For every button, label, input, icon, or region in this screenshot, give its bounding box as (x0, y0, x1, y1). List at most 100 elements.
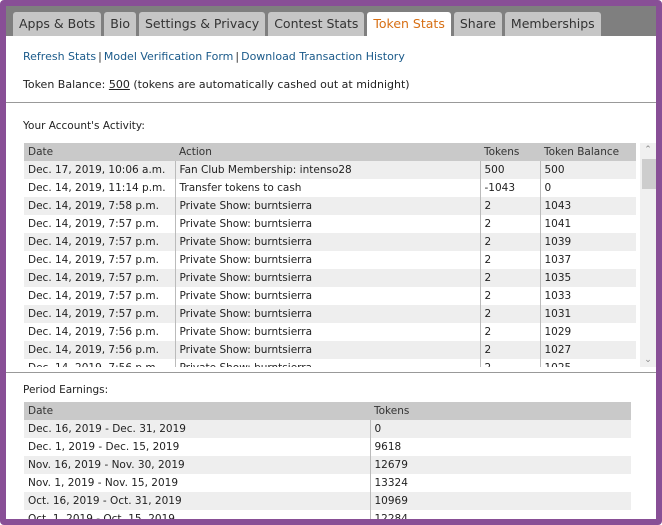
earnings-cell-date: Nov. 1, 2019 - Nov. 15, 2019 (24, 474, 370, 492)
activity-cell-tokens: 2 (479, 269, 540, 287)
tab-apps-bots[interactable]: Apps & Bots (13, 12, 102, 36)
activity-cell-action: Private Show: burntsierra (174, 251, 480, 269)
scroll-up-icon[interactable]: ⌃ (640, 143, 656, 157)
earnings-cell-tokens: 10969 (369, 492, 631, 510)
activity-title: Your Account's Activity: (23, 120, 145, 132)
activity-cell-tokens: 2 (479, 359, 540, 367)
refresh-stats-link[interactable]: Refresh Stats (23, 50, 96, 63)
column-header-token-balance[interactable]: Token Balance (540, 143, 636, 161)
activity-cell-action: Private Show: burntsierra (174, 287, 480, 305)
column-header-date[interactable]: Date (24, 143, 175, 161)
activity-scrollbar[interactable]: ⌃ ⌄ (640, 143, 656, 367)
activity-table-container: Date Action Tokens Token Balance Dec. 17… (24, 143, 656, 367)
earnings-cell-date: Dec. 1, 2019 - Dec. 15, 2019 (24, 438, 370, 456)
earnings-header-row: Date Tokens (24, 402, 631, 420)
activity-cell-token-balance: 0 (539, 179, 636, 197)
activity-cell-tokens: 2 (479, 233, 540, 251)
activity-cell-tokens: 500 (479, 161, 540, 179)
activity-cell-action: Private Show: burntsierra (174, 215, 480, 233)
activity-row: Dec. 14, 2019, 7:57 p.m. Private Show: bu… (24, 305, 636, 323)
activity-cell-action: Private Show: burntsierra (174, 341, 480, 359)
activity-cell-date: Dec. 14, 2019, 7:56 p.m. (24, 341, 175, 359)
download-history-link[interactable]: Download Transaction History (241, 50, 405, 63)
activity-cell-token-balance: 1031 (539, 305, 636, 323)
activity-cell-tokens: 2 (479, 341, 540, 359)
activity-cell-action: Private Show: burntsierra (174, 359, 480, 367)
activity-row: Dec. 14, 2019, 7:57 p.m. Private Show: bu… (24, 287, 636, 305)
earnings-cell-tokens: 0 (369, 420, 631, 438)
activity-cell-token-balance: 500 (539, 161, 636, 179)
earnings-cell-date: Dec. 16, 2019 - Dec. 31, 2019 (24, 420, 370, 438)
earnings-row: Nov. 1, 2019 - Nov. 15, 2019 13324 (24, 474, 631, 492)
earnings-row: Oct. 1, 2019 - Oct. 15, 2019 12284 (24, 510, 631, 519)
tab-memberships[interactable]: Memberships (504, 12, 601, 36)
activity-cell-date: Dec. 14, 2019, 7:57 p.m. (24, 233, 175, 251)
activity-cell-token-balance: 1027 (539, 341, 636, 359)
activity-cell-date: Dec. 14, 2019, 7:57 p.m. (24, 305, 175, 323)
activity-cell-token-balance: 1035 (539, 269, 636, 287)
activity-cell-tokens: 2 (479, 323, 540, 341)
column-header-date[interactable]: Date (24, 402, 370, 420)
divider (6, 372, 656, 373)
activity-cell-token-balance: 1025 (539, 359, 636, 367)
activity-cell-date: Dec. 14, 2019, 7:56 p.m. (24, 323, 175, 341)
activity-cell-date: Dec. 14, 2019, 7:58 p.m. (24, 197, 175, 215)
earnings-cell-date: Nov. 16, 2019 - Nov. 30, 2019 (24, 456, 370, 474)
tab-bar: Apps & Bots Bio Settings & Privacy Conte… (6, 6, 656, 36)
activity-row: Dec. 14, 2019, 7:57 p.m. Private Show: bu… (24, 269, 636, 287)
activity-row: Dec. 14, 2019, 7:56 p.m.Private Show: bu… (24, 323, 636, 341)
earnings-cell-tokens: 12284 (369, 510, 631, 519)
activity-cell-action: Private Show: burntsierra (174, 197, 480, 215)
activity-row: Dec. 17, 2019, 10:06 a.m. Fan Club Member… (24, 161, 636, 179)
activity-row: Dec. 14, 2019, 7:56 p.m.Private Show: bu… (24, 359, 636, 367)
activity-cell-date: Dec. 14, 2019, 7:57 p.m. (24, 269, 175, 287)
earnings-row: Dec. 16, 2019 - Dec. 31, 2019 0 (24, 420, 631, 438)
activity-cell-token-balance: 1041 (539, 215, 636, 233)
activity-table: Date Action Tokens Token Balance Dec. 17… (24, 143, 636, 367)
earnings-cell-tokens: 12679 (369, 456, 631, 474)
activity-row: Dec. 14, 2019, 7:57 p.m. Private Show: bu… (24, 215, 636, 233)
activity-cell-date: Dec. 14, 2019, 11:14 p.m. (24, 179, 175, 197)
model-verification-link[interactable]: Model Verification Form (104, 50, 234, 63)
tab-settings-privacy[interactable]: Settings & Privacy (138, 12, 266, 36)
column-header-tokens[interactable]: Tokens (480, 143, 540, 161)
activity-cell-tokens: 2 (479, 287, 540, 305)
activity-cell-date: Dec. 14, 2019, 7:56 p.m. (24, 359, 175, 367)
activity-row: Dec. 14, 2019, 7:57 p.m. Private Show: bu… (24, 233, 636, 251)
activity-cell-tokens: -1043 (479, 179, 540, 197)
scrollbar-thumb[interactable] (642, 159, 656, 189)
earnings-row: Oct. 16, 2019 - Oct. 31, 2019 10969 (24, 492, 631, 510)
activity-cell-token-balance: 1029 (539, 323, 636, 341)
activity-cell-action: Private Show: burntsierra (174, 305, 480, 323)
earnings-table-container: Date Tokens Dec. 16, 2019 - Dec. 31, 201… (24, 402, 631, 519)
activity-row: Dec. 14, 2019, 7:57 p.m. Private Show: bu… (24, 251, 636, 269)
activity-cell-tokens: 2 (479, 251, 540, 269)
activity-row: Dec. 14, 2019, 11:14 p.m. Transfer tokens… (24, 179, 636, 197)
tab-bio[interactable]: Bio (104, 12, 136, 36)
tab-contest-stats[interactable]: Contest Stats (268, 12, 365, 36)
link-separator: | (98, 50, 102, 63)
activity-cell-action: Private Show: burntsierra (174, 269, 480, 287)
tab-share[interactable]: Share (453, 12, 502, 36)
column-header-tokens[interactable]: Tokens (370, 402, 631, 420)
earnings-cell-date: Oct. 1, 2019 - Oct. 15, 2019 (24, 510, 370, 519)
window-frame: Apps & Bots Bio Settings & Privacy Conte… (0, 0, 662, 525)
activity-cell-date: Dec. 14, 2019, 7:57 p.m. (24, 287, 175, 305)
activity-cell-action: Private Show: burntsierra (174, 233, 480, 251)
activity-cell-tokens: 2 (479, 305, 540, 323)
activity-cell-date: Dec. 17, 2019, 10:06 a.m. (24, 161, 175, 179)
token-balance-note: (tokens are automatically cashed out at … (129, 78, 410, 91)
activity-cell-token-balance: 1033 (539, 287, 636, 305)
activity-row: Dec. 14, 2019, 7:58 p.m. Private Show: bu… (24, 197, 636, 215)
earnings-row: Nov. 16, 2019 - Nov. 30, 2019 12679 (24, 456, 631, 474)
action-links: Refresh Stats | Model Verification Form | Do… (23, 50, 405, 63)
scroll-down-icon[interactable]: ⌄ (640, 353, 656, 367)
token-balance: Token Balance: 500 (tokens are automatic… (23, 78, 410, 91)
activity-cell-token-balance: 1039 (539, 233, 636, 251)
activity-cell-action: Fan Club Membership: intenso28 (174, 161, 480, 179)
earnings-table: Date Tokens Dec. 16, 2019 - Dec. 31, 201… (24, 402, 631, 519)
column-header-action[interactable]: Action (175, 143, 480, 161)
tab-token-stats[interactable]: Token Stats (367, 12, 451, 36)
token-balance-amount[interactable]: 500 (109, 78, 130, 91)
earnings-row: Dec. 1, 2019 - Dec. 15, 2019 9618 (24, 438, 631, 456)
